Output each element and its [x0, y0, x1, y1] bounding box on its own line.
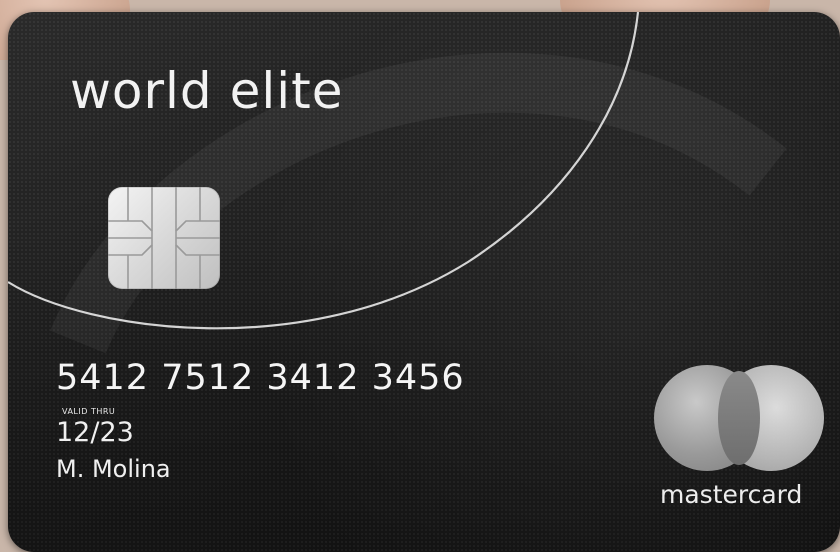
chip-icon: [108, 187, 220, 289]
valid-thru-label: VALID THRU: [62, 407, 116, 416]
brand-wordmark: mastercard: [660, 480, 803, 509]
expiry-date: 12/23: [56, 417, 134, 448]
cardholder-name: M. Molina: [56, 455, 171, 483]
card-number: 5412 7512 3412 3456: [56, 358, 465, 398]
photo-scene: world elite 5412 7512 3412 3456 VALID TH…: [0, 0, 840, 552]
logo-overlap: [718, 371, 760, 465]
credit-card: world elite 5412 7512 3412 3456 VALID TH…: [8, 12, 840, 552]
mastercard-logo-icon: [654, 365, 824, 473]
card-tier-title: world elite: [70, 62, 344, 120]
